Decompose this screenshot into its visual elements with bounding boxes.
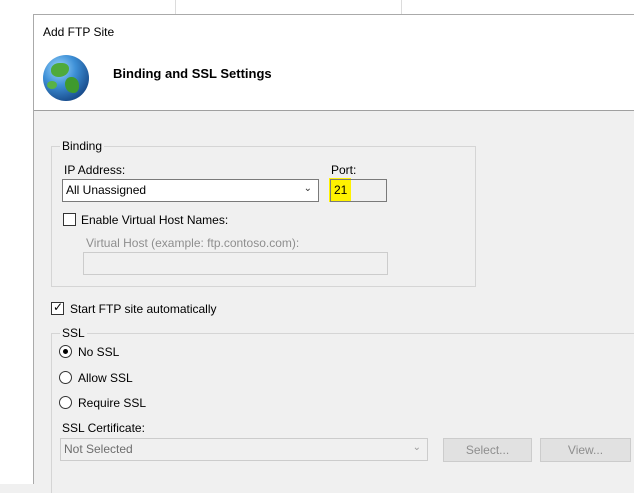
window-title: Add FTP Site bbox=[43, 25, 115, 39]
virtual-host-label: Virtual Host (example: ftp.contoso.com): bbox=[86, 236, 300, 250]
ssl-radio-allow-ssl[interactable] bbox=[59, 371, 72, 384]
view-certificate-button[interactable]: View... bbox=[540, 438, 631, 462]
ssl-certificate-dropdown[interactable]: Not Selected ⌄ bbox=[60, 438, 428, 461]
globe-icon bbox=[43, 55, 89, 101]
port-input[interactable]: 21 bbox=[330, 179, 387, 202]
ssl-option-label[interactable]: Require SSL bbox=[78, 396, 146, 410]
virtual-host-checkbox[interactable] bbox=[63, 213, 76, 226]
port-value: 21 bbox=[334, 183, 348, 197]
select-certificate-button[interactable]: Select... bbox=[443, 438, 532, 462]
binding-group: Binding IP Address: All Unassigned ⌄ Por… bbox=[51, 139, 476, 287]
checkmark-icon: ✓ bbox=[53, 300, 64, 314]
dialog-header: Add FTP Site Binding and SSL Settings bbox=[34, 15, 634, 111]
virtual-host-input[interactable] bbox=[83, 252, 388, 275]
ssl-certificate-value: Not Selected bbox=[64, 442, 133, 456]
binding-group-label: Binding bbox=[60, 139, 105, 153]
background-divider bbox=[175, 0, 176, 14]
start-automatically-checkbox[interactable]: ✓ bbox=[51, 300, 64, 315]
ssl-group: SSL bbox=[51, 326, 634, 493]
port-label: Port: bbox=[331, 163, 357, 177]
chevron-down-icon: ⌄ bbox=[412, 442, 421, 453]
ssl-radio-no-ssl[interactable] bbox=[59, 345, 72, 358]
background-divider bbox=[401, 0, 402, 14]
ssl-radio-require-ssl[interactable] bbox=[59, 396, 72, 409]
ip-address-value: All Unassigned bbox=[66, 183, 147, 197]
virtual-host-checkbox-label[interactable]: Enable Virtual Host Names: bbox=[81, 213, 228, 227]
add-ftp-site-dialog: Add FTP Site Binding and SSL Settings Bi… bbox=[33, 14, 634, 493]
ssl-group-label: SSL bbox=[60, 326, 87, 340]
ip-address-dropdown[interactable]: All Unassigned ⌄ bbox=[62, 179, 319, 202]
start-automatically-label[interactable]: Start FTP site automatically bbox=[70, 302, 217, 316]
page-heading: Binding and SSL Settings bbox=[113, 66, 272, 81]
ip-address-label: IP Address: bbox=[64, 163, 126, 177]
ssl-option-label[interactable]: Allow SSL bbox=[78, 371, 133, 385]
ssl-option-label[interactable]: No SSL bbox=[78, 345, 119, 359]
chevron-down-icon: ⌄ bbox=[303, 183, 312, 194]
ssl-certificate-label: SSL Certificate: bbox=[62, 421, 145, 435]
